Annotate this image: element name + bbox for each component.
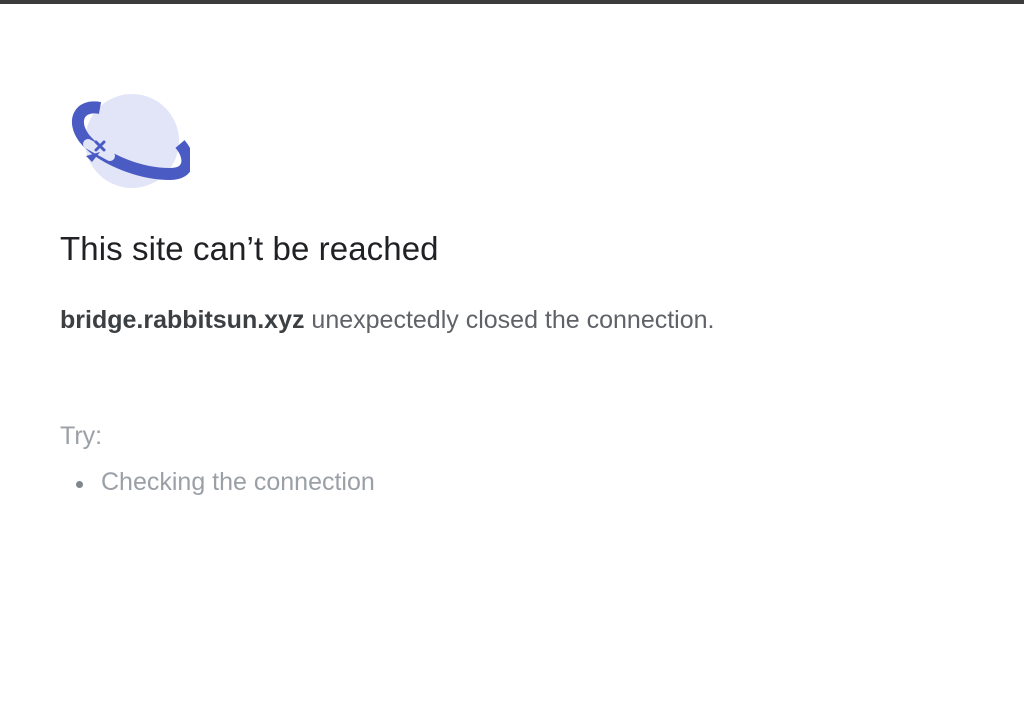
error-message-text: unexpectedly closed the connection. (304, 306, 715, 334)
error-page: This site can’t be reached bridge.rabbit… (60, 0, 1000, 705)
bullet-icon (76, 481, 83, 488)
error-host: bridge.rabbitsun.xyz (60, 306, 305, 334)
error-title: This site can’t be reached (60, 230, 439, 267)
suggestion-item: Checking the connection (60, 468, 375, 497)
disconnected-planet-icon (66, 94, 194, 194)
error-message: bridge.rabbitsun.xyz unexpectedly closed… (60, 306, 714, 335)
suggestions-list: Checking the connection (60, 468, 375, 497)
suggestion-text: Checking the connection (101, 468, 375, 496)
try-label: Try: (60, 422, 103, 450)
